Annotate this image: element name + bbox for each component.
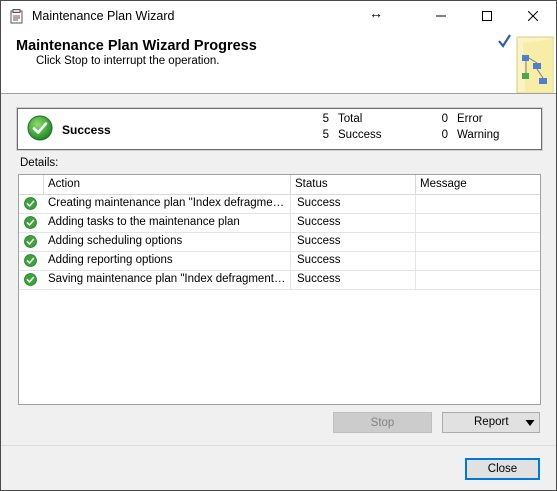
grid-header: Action Status Message (19, 175, 540, 195)
success-check-icon (24, 254, 37, 267)
column-header-icon (19, 175, 44, 194)
close-icon (528, 11, 538, 21)
row-message (416, 213, 540, 232)
row-action: Adding tasks to the maintenance plan (44, 213, 291, 232)
page-title: Maintenance Plan Wizard Progress (16, 38, 257, 54)
table-row[interactable]: Saving maintenance plan "Index defragmen… (19, 270, 540, 290)
details-grid[interactable]: Action Status Message Creating maintenan… (18, 174, 541, 405)
app-icon (10, 9, 23, 24)
success-label: Success (338, 129, 382, 141)
row-status: Success (291, 232, 416, 251)
minimize-icon (436, 15, 446, 17)
table-row[interactable]: Adding tasks to the maintenance plan Suc… (19, 213, 540, 233)
success-check-icon (24, 197, 37, 210)
summary-status: Success (62, 123, 111, 137)
report-button-label: Report (474, 416, 509, 428)
row-action: Adding reporting options (44, 251, 291, 270)
success-check-icon (27, 115, 53, 141)
error-label: Error (457, 113, 483, 125)
stop-button[interactable]: Stop (333, 412, 432, 433)
close-button[interactable]: Close (465, 458, 540, 480)
row-message (416, 270, 540, 289)
table-row[interactable]: Adding reporting options Success (19, 251, 540, 271)
wizard-header: Maintenance Plan Wizard Progress Click S… (1, 31, 556, 94)
success-check-icon (24, 216, 37, 229)
total-count: 5 (322, 113, 329, 125)
maximize-icon (482, 11, 492, 21)
row-message (416, 194, 540, 213)
column-header-action[interactable]: Action (44, 175, 291, 194)
warning-label: Warning (457, 129, 500, 141)
success-check-icon (24, 235, 37, 248)
wizard-window: Maintenance Plan Wizard ↔ Maintenance Pl… (0, 0, 557, 491)
table-row[interactable]: Creating maintenance plan "Index defragm… (19, 194, 540, 214)
row-status: Success (291, 270, 416, 289)
close-window-button[interactable] (510, 1, 556, 31)
success-check-icon (24, 273, 37, 286)
maximize-button[interactable] (464, 1, 510, 31)
row-message (416, 232, 540, 251)
dropdown-arrow-icon (525, 420, 535, 426)
report-button[interactable]: Report (442, 412, 540, 433)
window-title: Maintenance Plan Wizard (32, 9, 175, 23)
row-action: Creating maintenance plan "Index defragm… (44, 194, 291, 213)
row-status: Success (291, 194, 416, 213)
success-count: 5 (322, 129, 329, 141)
row-status: Success (291, 251, 416, 270)
column-header-message[interactable]: Message (416, 175, 540, 194)
row-action: Adding scheduling options (44, 232, 291, 251)
row-message (416, 251, 540, 270)
row-status: Success (291, 213, 416, 232)
page-subtitle: Click Stop to interrupt the operation. (36, 55, 220, 67)
resize-icon: ↔ (369, 5, 383, 21)
wizard-graphic-icon (498, 34, 554, 93)
warning-count: 0 (441, 129, 448, 141)
table-row[interactable]: Adding scheduling options Success (19, 232, 540, 252)
title-bar[interactable]: Maintenance Plan Wizard ↔ (1, 1, 556, 31)
error-count: 0 (441, 113, 448, 125)
footer-divider (1, 445, 556, 446)
summary-panel: Success 5 Total 5 Success 0 Error 0 Warn… (16, 107, 543, 151)
total-label: Total (338, 113, 363, 125)
details-label: Details: (20, 157, 59, 169)
minimize-button[interactable] (418, 1, 464, 31)
column-header-status[interactable]: Status (291, 175, 416, 194)
row-action: Saving maintenance plan "Index defragmen… (44, 270, 291, 289)
